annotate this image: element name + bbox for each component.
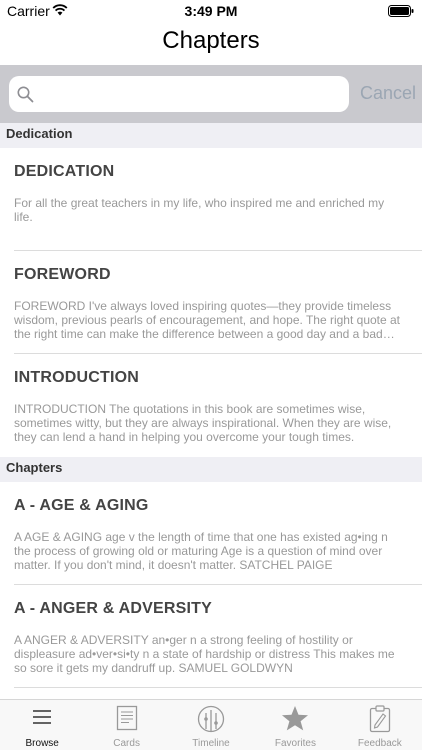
list-item[interactable]: INTRODUCTION INTRODUCTION The quotations… xyxy=(0,354,422,457)
tab-timeline[interactable]: Timeline xyxy=(169,700,253,750)
list-item[interactable]: FOREWORD FOREWORD I've always loved insp… xyxy=(0,251,422,354)
list-icon xyxy=(33,710,52,724)
item-title: FOREWORD xyxy=(14,266,111,283)
clipboard-icon xyxy=(369,705,390,733)
timeline-icon xyxy=(197,705,225,733)
status-time: 3:49 PM xyxy=(184,3,238,19)
page-title: Chapters xyxy=(162,27,260,54)
tab-label: Feedback xyxy=(357,738,402,749)
status-bar: Carrier 3:49 PM xyxy=(0,0,422,22)
chapter-list[interactable]: Dedication DEDICATION For all the great … xyxy=(0,123,422,688)
section-header-chapters: Chapters xyxy=(0,457,422,482)
tab-label: Timeline xyxy=(192,738,230,749)
search-input[interactable] xyxy=(41,82,345,108)
list-item[interactable]: A - AGE & AGING A AGE & AGING age v the … xyxy=(0,482,422,585)
item-body: For all the great teachers in my life, w… xyxy=(14,196,385,224)
list-item[interactable]: A - ANGER & ADVERSITY A ANGER & ADVERSIT… xyxy=(0,585,422,688)
cancel-button[interactable]: Cancel xyxy=(360,83,416,104)
search-field[interactable] xyxy=(9,76,349,112)
section-header-dedication: Dedication xyxy=(0,123,422,148)
tab-favorites[interactable]: Favorites xyxy=(253,700,337,750)
tab-label: Favorites xyxy=(274,738,316,749)
tab-browse[interactable]: Browse xyxy=(0,700,84,750)
item-title: A - ANGER & ADVERSITY xyxy=(14,600,212,617)
search-icon xyxy=(17,86,34,103)
cards-icon xyxy=(116,705,137,731)
item-title: A - AGE & AGING xyxy=(14,497,149,514)
tab-feedback[interactable]: Feedback xyxy=(338,700,422,750)
item-body: A ANGER & ADVERSITY an•ger n a strong fe… xyxy=(14,633,395,675)
item-title: INTRODUCTION xyxy=(14,369,140,386)
tab-bar: Browse Cards Timeline Favorites Feedback xyxy=(0,699,422,750)
search-bar: Cancel xyxy=(0,65,422,123)
item-body: INTRODUCTION The quotations in this book… xyxy=(14,402,392,444)
tab-cards[interactable]: Cards xyxy=(84,700,168,750)
item-body: FOREWORD I've always loved inspiring quo… xyxy=(14,299,400,341)
battery-icon xyxy=(388,5,414,17)
tab-label: Cards xyxy=(113,738,140,749)
item-body: A AGE & AGING age v the length of time t… xyxy=(14,530,388,572)
list-item[interactable]: DEDICATION For all the great teachers in… xyxy=(0,148,422,251)
tab-label: Browse xyxy=(25,738,59,749)
star-icon xyxy=(282,706,309,731)
item-title: DEDICATION xyxy=(14,163,115,180)
